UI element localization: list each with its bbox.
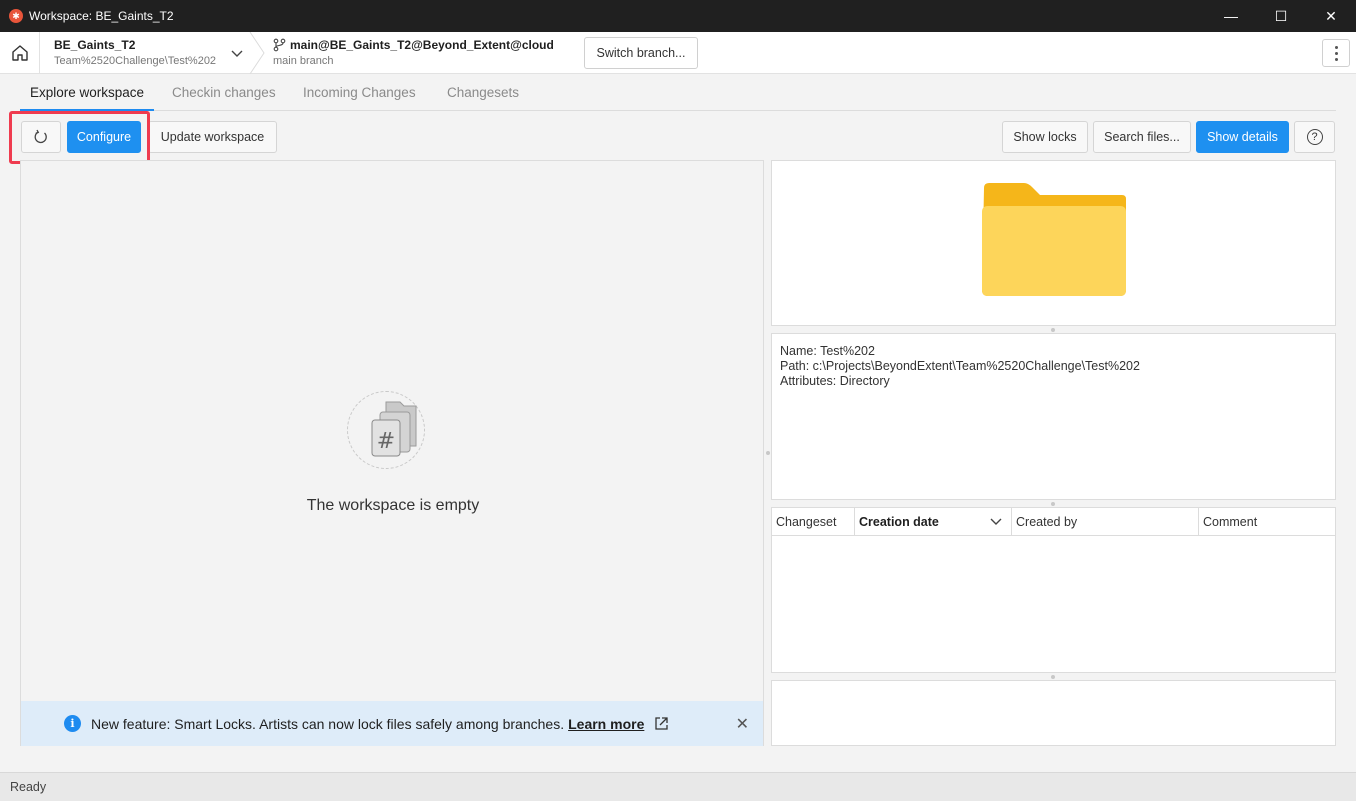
changeset-details-panel [771,680,1336,746]
column-comment[interactable]: Comment [1199,508,1335,535]
chevron-down-icon[interactable] [228,44,246,62]
workspace-name[interactable]: BE_Gaints_T2 [54,38,135,52]
empty-workspace-message: The workspace is empty [306,497,480,514]
tab-incoming-changes[interactable]: Incoming Changes [303,74,416,111]
branch-subtitle: main branch [273,55,334,67]
minimize-button[interactable]: — [1206,0,1256,32]
configure-highlight-box [9,111,150,164]
folders-hash-icon: # [371,401,417,457]
tab-changesets[interactable]: Changesets [447,74,519,111]
empty-workspace-icon: # [347,391,425,469]
kebab-dot [1334,45,1338,49]
workspace-header: BE_Gaints_T2 Team%2520Challenge\Test%202… [0,32,1356,74]
close-window-button[interactable]: ✕ [1306,0,1356,32]
help-icon: ? [1306,129,1323,145]
history-table-header: Changeset Creation date Created by Comme… [772,508,1335,536]
tab-checkin-changes[interactable]: Checkin changes [172,74,276,111]
column-changeset[interactable]: Changeset [772,508,855,535]
item-attributes: Attributes: Directory [780,374,890,388]
help-button[interactable]: ? [1294,121,1335,153]
horizontal-splitter-handle[interactable] [1051,675,1055,679]
info-icon: i [64,715,81,732]
external-link-icon[interactable] [654,716,669,731]
folder-icon [982,183,1126,296]
history-table: Changeset Creation date Created by Comme… [771,507,1336,673]
kebab-dot [1334,57,1338,61]
vertical-splitter-handle[interactable] [766,451,770,455]
horizontal-splitter-handle[interactable] [1051,328,1055,332]
update-workspace-button[interactable]: Update workspace [148,121,277,153]
home-icon [11,45,28,61]
show-details-button[interactable]: Show details [1196,121,1289,153]
svg-text:#: # [377,429,395,454]
learn-more-link[interactable]: Learn more [568,716,644,732]
switch-branch-button[interactable]: Switch branch... [584,37,698,69]
toolbar: Configure Update workspace Show locks Se… [20,118,1336,156]
column-creation-date-label: Creation date [859,515,939,529]
workspace-path: Team%2520Challenge\Test%202 [54,55,217,67]
close-banner-button[interactable]: ✕ [736,714,749,734]
show-locks-button[interactable]: Show locks [1002,121,1088,153]
details-pane: Name: Test%202 Path: c:\Projects\BeyondE… [771,160,1336,746]
main-tabs: Explore workspace Checkin changes Incomi… [20,74,1336,111]
tab-explore-workspace[interactable]: Explore workspace [20,74,155,111]
breadcrumb-separator [249,32,265,74]
maximize-button[interactable]: ☐ [1256,0,1306,32]
preview-panel [771,160,1336,326]
item-properties-panel: Name: Test%202 Path: c:\Projects\BeyondE… [771,333,1336,500]
horizontal-splitter-handle[interactable] [1051,502,1055,506]
app-logo-icon: ✱ [9,9,23,23]
smart-locks-banner: i New feature: Smart Locks. Artists can … [21,701,763,746]
banner-message: New feature: Smart Locks. Artists can no… [91,715,565,732]
window-controls: — ☐ ✕ [1206,0,1356,32]
branch-name[interactable]: main@BE_Gaints_T2@Beyond_Extent@cloud [290,38,554,52]
home-button[interactable] [0,32,40,74]
workspace-tree-pane: # The workspace is empty i New feature: … [20,160,764,746]
title-bar: ✱ Workspace: BE_Gaints_T2 — ☐ ✕ [0,0,1356,32]
window-title: Workspace: BE_Gaints_T2 [29,9,174,23]
item-name: Name: Test%202 [780,344,875,358]
search-files-button[interactable]: Search files... [1093,121,1191,153]
sort-chevron-down-icon [990,518,1002,525]
column-creation-date[interactable]: Creation date [855,508,1012,535]
branch-icon [273,38,286,52]
status-text: Ready [10,780,47,794]
status-bar: Ready [0,772,1356,801]
item-path: Path: c:\Projects\BeyondExtent\Team%2520… [780,359,1140,373]
more-options-button[interactable] [1322,39,1350,67]
kebab-dot [1334,51,1338,55]
column-created-by[interactable]: Created by [1012,508,1199,535]
